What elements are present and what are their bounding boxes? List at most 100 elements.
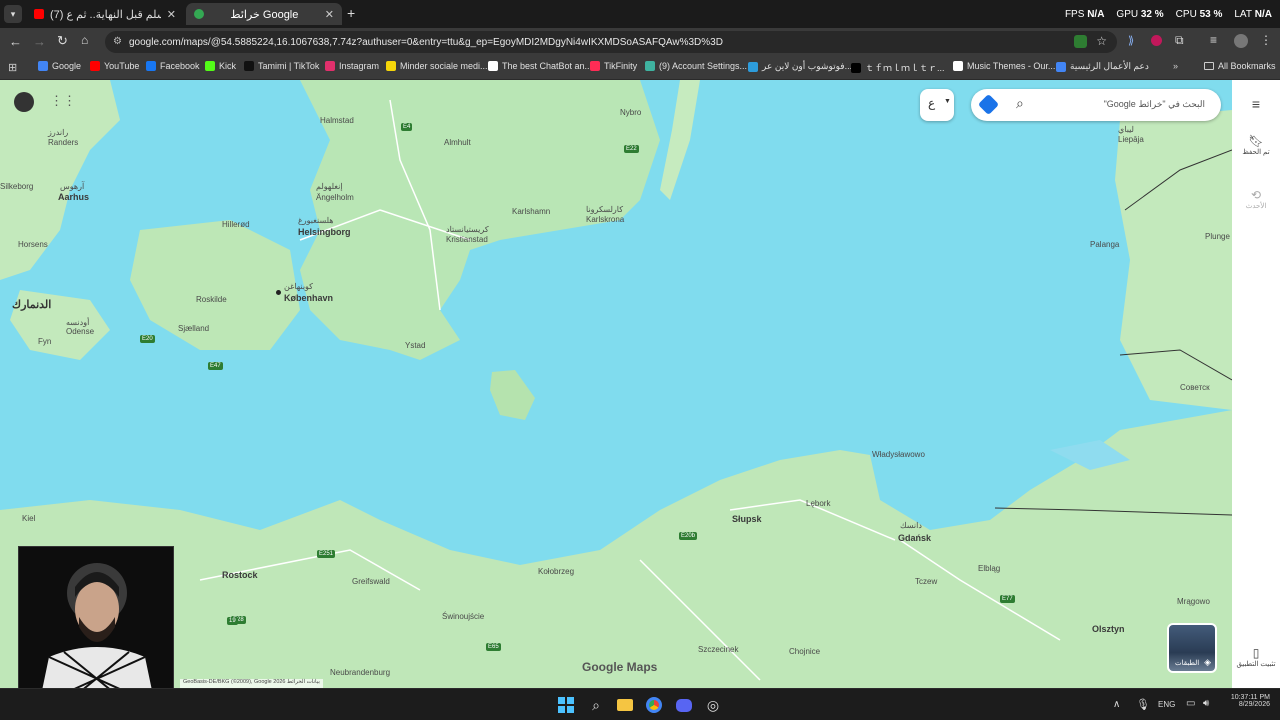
star-icon[interactable]: ☆ (1096, 34, 1107, 48)
close-icon[interactable]: ✕ (325, 8, 334, 21)
directions-icon[interactable] (977, 93, 1000, 116)
tab-title: خرائط Google (230, 8, 299, 21)
map-label: كوبنهاغن (284, 282, 313, 291)
extensions-puzzle-icon[interactable]: ⧉ (1175, 33, 1184, 48)
bookmark-item[interactable]: TikFinity (590, 61, 637, 71)
bookmark-favicon-icon (1056, 61, 1066, 72)
new-tab-button[interactable]: + (347, 5, 355, 21)
apps-grid-icon[interactable]: ⋮⋮ (50, 93, 76, 109)
url-text: google.com/maps/@54.5885224,16.1067638,7… (129, 36, 723, 48)
map-label: Sjælland (178, 324, 210, 333)
road-shield: E22 (624, 145, 639, 153)
map-label: Tczew (915, 577, 938, 586)
map-label: Horsens (18, 240, 48, 249)
bookmark-icon: 🔖︎ (1248, 134, 1264, 148)
language-button[interactable]: ع ▼ (920, 89, 954, 121)
map-label: Władysławowo (872, 450, 925, 459)
recent-button[interactable]: ⟲ الأحدث (1232, 188, 1280, 210)
bookmark-item[interactable]: The best ChatBot an... (488, 61, 592, 71)
menu-icon[interactable]: ⋮ (1260, 33, 1272, 47)
map-label: Kiel (22, 514, 36, 523)
map-label: Greifswald (352, 577, 390, 586)
saved-button[interactable]: 🔖︎ تم الحفظ (1232, 134, 1280, 156)
microphone-icon[interactable]: 🎙︎ (1136, 698, 1150, 711)
bookmark-item[interactable]: YouTube (90, 61, 139, 71)
map-label: Aarhus (58, 192, 90, 202)
bookmarks-bar: ⊞ Google YouTube Facebook Kick Tamimi | TikT… (0, 56, 1280, 80)
forward-arrow-icon[interactable]: → (33, 34, 46, 49)
map-label: Olsztyn (1092, 624, 1125, 634)
bookmark-item[interactable]: دعم الأعمال الرئيسية (1056, 61, 1149, 72)
hamburger-menu-icon[interactable]: ≡ (1232, 96, 1280, 112)
bookmark-item[interactable]: Instagram (325, 61, 379, 71)
map-label: Ängelholm (316, 193, 354, 202)
file-explorer-icon[interactable] (616, 696, 634, 714)
extension-icon[interactable]: ⟫ (1128, 34, 1134, 47)
map-label-copenhagen: København (284, 293, 334, 303)
map-canvas[interactable]: الدنمارك Nybro Halmstad Almhult راندرز R… (0, 80, 1232, 688)
clock[interactable]: 10:37:11 PM 8/29/2026 (1222, 694, 1270, 708)
layers-button[interactable]: الطبقات ◈ (1167, 623, 1217, 673)
avatar[interactable] (1234, 34, 1248, 48)
map-label: Halmstad (320, 116, 354, 125)
maps-search-box[interactable]: ⌕ البحث في "خرائط Google" (971, 89, 1221, 121)
tab-youtube[interactable]: (7) كاد يستسلم قبل النهاية.. ثم ع ✕ (26, 3, 184, 25)
tab-google-maps[interactable]: خرائط Google ✕ (186, 3, 342, 25)
reading-list-icon[interactable]: ≡ (1210, 33, 1217, 47)
bookmark-item[interactable]: (9) Account Settings... (645, 61, 747, 71)
road-shield: E65 (486, 643, 501, 651)
windows-start-icon[interactable] (557, 696, 575, 714)
search-icon[interactable]: ⌕ (587, 696, 605, 714)
map-attribution: GeoBasis-DE/BKG (©2009), Google 2026 بيا… (180, 679, 323, 688)
all-bookmarks[interactable]: All Bookmarks (1204, 61, 1276, 71)
google-maps-icon (194, 9, 204, 19)
map-label-gdansk: Gdańsk (898, 533, 932, 543)
bookmark-favicon-icon (953, 61, 963, 71)
bookmark-item[interactable]: Google (38, 61, 81, 71)
home-icon[interactable]: ⌂ (81, 33, 88, 47)
map-label: Ystad (405, 341, 426, 350)
youtube-icon (34, 9, 44, 19)
extension-shield-icon[interactable] (1151, 35, 1162, 46)
apps-grid-icon[interactable]: ⊞ (8, 61, 17, 74)
discord-icon[interactable] (675, 696, 693, 714)
bookmark-favicon-icon (851, 62, 861, 73)
map-label: Elbląg (978, 564, 1001, 573)
webcam-person-image (19, 547, 173, 703)
bookmark-item[interactable]: Music Themes - Our... (953, 61, 1055, 71)
search-icon[interactable]: ⌕ (1016, 95, 1024, 112)
chrome-icon[interactable] (645, 696, 663, 714)
search-input[interactable]: البحث في "خرائط Google" (1104, 99, 1205, 110)
volume-icon[interactable]: 🔊︎ (1203, 698, 1209, 709)
maps-side-rail: ≡ 🔖︎ تم الحفظ ⟲ الأحدث ▯ تثبيت التطبيق (1232, 80, 1280, 688)
install-app-button[interactable]: ▯ تثبيت التطبيق (1232, 646, 1280, 668)
map-label: Советск (1180, 383, 1210, 392)
address-bar[interactable]: ⚙ google.com/maps/@54.5885224,16.1067638… (105, 31, 1117, 53)
close-icon[interactable]: ✕ (167, 8, 176, 21)
tab-search-button[interactable]: ▾ (4, 5, 22, 23)
bookmark-item[interactable]: Tamimi | TikTok (244, 61, 319, 71)
map-label: كارلسكرونا (586, 205, 624, 214)
bookmark-item[interactable]: Facebook (146, 61, 200, 71)
account-avatar[interactable] (14, 92, 34, 112)
app-icon[interactable]: ◎ (704, 696, 722, 714)
road-shield: E47 (208, 362, 223, 370)
bookmark-item[interactable]: فوتوشوب أون لاين عر... (748, 61, 852, 72)
chevron-up-icon[interactable]: ∧ (1113, 699, 1120, 710)
network-icon[interactable]: ▭ (1186, 698, 1195, 709)
reload-icon[interactable]: ↻ (57, 33, 68, 49)
bookmark-favicon-icon (748, 61, 758, 72)
bookmark-favicon-icon (325, 61, 335, 71)
bookmark-item[interactable]: Minder sociale medi... (386, 61, 488, 71)
more-bookmarks-icon[interactable]: » (1173, 61, 1178, 71)
site-info-icon[interactable]: ⚙ (113, 36, 122, 47)
performance-overlay: FPS N/A GPU 32 % CPU 53 % LAT N/A (1064, 9, 1272, 20)
back-arrow-icon[interactable]: ← (9, 34, 22, 49)
map-label: راندرز (48, 128, 69, 137)
language-indicator[interactable]: ENG (1158, 700, 1175, 709)
map-label: Świnoujście (442, 612, 485, 621)
install-app-icon[interactable] (1074, 35, 1087, 48)
bookmark-favicon-icon (244, 61, 254, 71)
bookmark-item[interactable]: Kick (205, 61, 236, 71)
bookmark-item[interactable]: ｔｆｍｌｍｌｔｒ... (851, 61, 945, 74)
